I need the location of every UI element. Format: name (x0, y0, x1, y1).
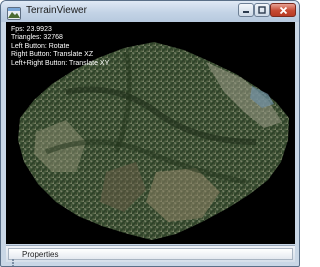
app-window: TerrainViewer Fps: 23.9923 Triangles: 32… (0, 0, 300, 267)
terrain-viewport[interactable]: Fps: 23.9923 Triangles: 32768 Left Butto… (6, 22, 295, 244)
fps-readout: Fps: 23.9923 (11, 26, 52, 33)
stats-overlay: Fps: 23.9923 Triangles: 32768 Left Butto… (11, 26, 109, 68)
window-title: TerrainViewer (26, 5, 87, 16)
title-bar[interactable]: TerrainViewer (1, 1, 299, 22)
maximize-icon (258, 6, 266, 14)
triangle-count: Triangles: 32768 (11, 34, 63, 42)
status-bar: Properties (6, 245, 295, 266)
maximize-button[interactable] (254, 3, 270, 17)
terrain-app-icon (7, 5, 21, 20)
grip-icon (12, 251, 15, 266)
close-icon (279, 6, 288, 15)
left-button-hint: Left Button: Rotate (11, 42, 70, 50)
minimize-icon (242, 6, 250, 14)
properties-label: Properties (22, 250, 59, 259)
properties-panel-toggle[interactable]: Properties (8, 248, 293, 266)
both-buttons-hint: Left+Right Button: Translate XY (11, 59, 110, 67)
close-button[interactable] (270, 3, 296, 17)
right-button-hint: Right Button: Translate XZ (11, 51, 94, 59)
minimize-button[interactable] (238, 3, 254, 17)
